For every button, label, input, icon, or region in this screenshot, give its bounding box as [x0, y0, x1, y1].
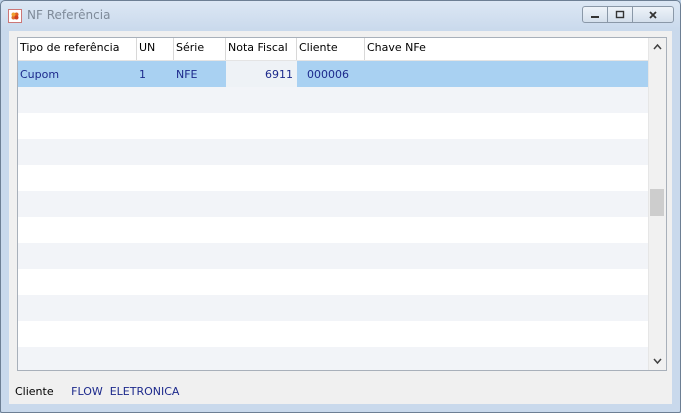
- table-row-empty[interactable]: [18, 191, 648, 217]
- column-header-cliente[interactable]: Cliente: [297, 38, 365, 60]
- minimize-button[interactable]: [582, 6, 608, 23]
- cliente-value: FLOW ELETRONICA: [71, 385, 180, 398]
- close-button[interactable]: [632, 6, 674, 23]
- cliente-label: Cliente: [15, 385, 54, 398]
- column-header-un[interactable]: UN: [137, 38, 174, 60]
- table-row[interactable]: Cupom 1 NFE 6911 000006: [18, 61, 648, 87]
- chevron-down-icon: [653, 358, 662, 365]
- table-row-empty[interactable]: [18, 87, 648, 113]
- referencias-grid[interactable]: Tipo de referência UN Série Nota Fiscal …: [17, 37, 667, 371]
- restore-button[interactable]: [607, 6, 633, 23]
- nf-referencia-window: NF Referência Tipo de referência UN Séri…: [0, 0, 681, 413]
- title-bar[interactable]: NF Referência: [1, 1, 680, 31]
- table-row-empty[interactable]: [18, 269, 648, 295]
- column-header-chave-nfe[interactable]: Chave NFe: [365, 38, 648, 60]
- scroll-up-button[interactable]: [649, 38, 666, 55]
- cell-serie[interactable]: NFE: [174, 61, 226, 87]
- table-row-empty[interactable]: [18, 347, 648, 370]
- restore-icon: [615, 10, 625, 18]
- cell-nota-fiscal[interactable]: 6911: [226, 61, 297, 87]
- scroll-down-button[interactable]: [649, 353, 666, 370]
- cell-cliente[interactable]: 000006: [297, 61, 365, 87]
- grid-header: Tipo de referência UN Série Nota Fiscal …: [18, 38, 648, 61]
- window-title: NF Referência: [27, 8, 111, 22]
- scrollbar-thumb[interactable]: [650, 189, 664, 216]
- cell-tipo[interactable]: Cupom: [18, 61, 137, 87]
- window-controls: [582, 6, 674, 23]
- column-header-tipo[interactable]: Tipo de referência: [18, 38, 137, 60]
- column-header-nota-fiscal[interactable]: Nota Fiscal: [226, 38, 297, 60]
- chevron-up-icon: [653, 43, 662, 50]
- table-row-empty[interactable]: [18, 113, 648, 139]
- close-icon: [649, 10, 657, 19]
- grid-rows: Cupom 1 NFE 6911 000006: [18, 61, 648, 370]
- vertical-scrollbar[interactable]: [648, 38, 666, 370]
- table-row-empty[interactable]: [18, 217, 648, 243]
- table-row-empty[interactable]: [18, 165, 648, 191]
- table-row-empty[interactable]: [18, 295, 648, 321]
- cliente-footer: Cliente FLOW ELETRONICA: [15, 385, 179, 398]
- column-header-serie[interactable]: Série: [174, 38, 226, 60]
- app-icon[interactable]: [8, 9, 22, 23]
- table-row-empty[interactable]: [18, 321, 648, 347]
- minimize-icon: [591, 15, 599, 18]
- table-row-empty[interactable]: [18, 139, 648, 165]
- cell-chave-nfe[interactable]: [365, 61, 648, 87]
- table-row-empty[interactable]: [18, 243, 648, 269]
- window-content: Tipo de referência UN Série Nota Fiscal …: [9, 31, 672, 404]
- cell-un[interactable]: 1: [137, 61, 174, 87]
